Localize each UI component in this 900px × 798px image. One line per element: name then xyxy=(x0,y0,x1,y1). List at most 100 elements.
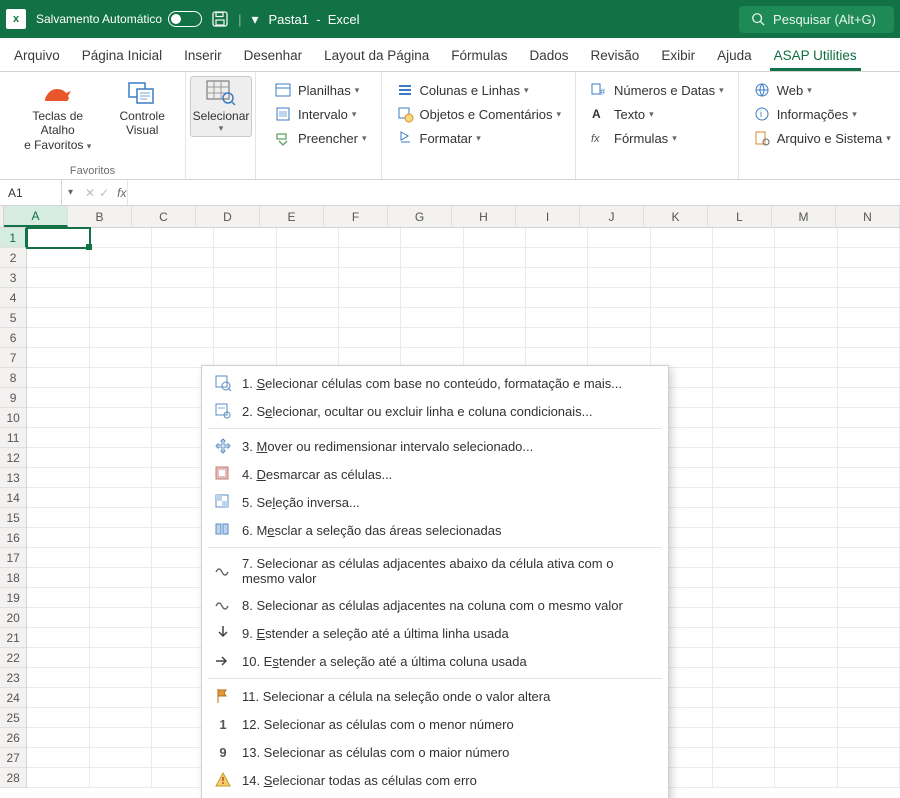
ribbon-tab-revis-o[interactable]: Revisão xyxy=(587,40,644,71)
ribbon-tab-f-rmulas[interactable]: Fórmulas xyxy=(447,40,511,71)
cell[interactable] xyxy=(27,308,89,328)
cell[interactable] xyxy=(339,248,401,268)
row-header[interactable]: 9 xyxy=(0,388,27,408)
cell[interactable] xyxy=(588,268,650,288)
row-header[interactable]: 2 xyxy=(0,248,27,268)
cell[interactable] xyxy=(152,308,214,328)
ribbon-tab-asap-utilities[interactable]: ASAP Utilities xyxy=(770,40,861,71)
cell[interactable] xyxy=(713,488,775,508)
cell[interactable] xyxy=(588,288,650,308)
column-header[interactable]: B xyxy=(68,206,132,227)
cell[interactable] xyxy=(775,528,837,548)
column-header[interactable]: D xyxy=(196,206,260,227)
cell[interactable] xyxy=(90,448,152,468)
cell[interactable] xyxy=(27,448,89,468)
cell[interactable] xyxy=(713,688,775,708)
cell[interactable] xyxy=(27,548,89,568)
cell[interactable] xyxy=(27,428,89,448)
cell[interactable] xyxy=(651,308,713,328)
cell[interactable] xyxy=(838,328,900,348)
cell[interactable] xyxy=(775,468,837,488)
cell[interactable] xyxy=(838,548,900,568)
cell[interactable] xyxy=(90,648,152,668)
cell[interactable] xyxy=(27,408,89,428)
cell[interactable] xyxy=(838,228,900,248)
cell[interactable] xyxy=(214,328,276,348)
cell[interactable] xyxy=(339,288,401,308)
cell[interactable] xyxy=(838,588,900,608)
cell[interactable] xyxy=(775,628,837,648)
cell[interactable] xyxy=(838,248,900,268)
ribbon-btn-informa-es[interactable]: iInformações▾ xyxy=(749,104,861,124)
cell[interactable] xyxy=(713,508,775,528)
cell[interactable] xyxy=(838,688,900,708)
cell[interactable] xyxy=(90,308,152,328)
row-header[interactable]: 7 xyxy=(0,348,27,368)
row-header[interactable]: 14 xyxy=(0,488,27,508)
menu-item-1[interactable]: 1. Selecionar células com base no conteú… xyxy=(202,369,668,397)
cell[interactable] xyxy=(27,508,89,528)
cell[interactable] xyxy=(526,268,588,288)
cell[interactable] xyxy=(27,388,89,408)
cell[interactable] xyxy=(90,228,152,248)
cell[interactable] xyxy=(775,308,837,328)
cell[interactable] xyxy=(90,628,152,648)
cell[interactable] xyxy=(339,268,401,288)
cell[interactable] xyxy=(90,328,152,348)
cell[interactable] xyxy=(588,228,650,248)
cell[interactable] xyxy=(713,328,775,348)
cell[interactable] xyxy=(90,588,152,608)
cell[interactable] xyxy=(838,768,900,788)
cell[interactable] xyxy=(27,528,89,548)
name-box[interactable]: A1 xyxy=(0,180,62,205)
big-btn-controle-visual[interactable]: Controle Visual xyxy=(109,76,175,141)
cell[interactable] xyxy=(588,248,650,268)
cell[interactable] xyxy=(713,248,775,268)
cell[interactable] xyxy=(775,588,837,608)
cell[interactable] xyxy=(27,328,89,348)
cell[interactable] xyxy=(838,388,900,408)
row-header[interactable]: 22 xyxy=(0,648,27,668)
cell[interactable] xyxy=(775,668,837,688)
column-header[interactable]: K xyxy=(644,206,708,227)
cell[interactable] xyxy=(838,448,900,468)
cell[interactable] xyxy=(713,708,775,728)
cell[interactable] xyxy=(775,228,837,248)
menu-item-8[interactable]: 8. Selecionar as células adjacentes na c… xyxy=(202,591,668,619)
cell[interactable] xyxy=(713,648,775,668)
row-header[interactable]: 8 xyxy=(0,368,27,388)
menu-item-6[interactable]: 6. Mesclar a seleção das áreas seleciona… xyxy=(202,516,668,544)
cell[interactable] xyxy=(713,568,775,588)
ribbon-btn-f-rmulas[interactable]: fxFórmulas▾ xyxy=(586,128,681,148)
cell[interactable] xyxy=(27,268,89,288)
cell[interactable] xyxy=(152,328,214,348)
cell[interactable] xyxy=(838,728,900,748)
cell[interactable] xyxy=(713,288,775,308)
cell[interactable] xyxy=(464,248,526,268)
menu-item-3[interactable]: 3. Mover ou redimensionar intervalo sele… xyxy=(202,432,668,460)
cell[interactable] xyxy=(775,548,837,568)
menu-item-10[interactable]: 10. Estender a seleção até a última colu… xyxy=(202,647,668,675)
cell[interactable] xyxy=(90,248,152,268)
cell[interactable] xyxy=(838,348,900,368)
ribbon-tab-desenhar[interactable]: Desenhar xyxy=(240,40,307,71)
cell[interactable] xyxy=(214,268,276,288)
cell[interactable] xyxy=(27,728,89,748)
cell[interactable] xyxy=(713,588,775,608)
cell[interactable] xyxy=(713,308,775,328)
cell[interactable] xyxy=(838,608,900,628)
row-header[interactable]: 15 xyxy=(0,508,27,528)
cell[interactable] xyxy=(277,288,339,308)
cell[interactable] xyxy=(401,308,463,328)
row-header[interactable]: 23 xyxy=(0,668,27,688)
cell[interactable] xyxy=(526,248,588,268)
cell[interactable] xyxy=(339,228,401,248)
menu-item-2[interactable]: 2. Selecionar, ocultar ou excluir linha … xyxy=(202,397,668,425)
cell[interactable] xyxy=(277,328,339,348)
cell[interactable] xyxy=(713,448,775,468)
row-header[interactable]: 25 xyxy=(0,708,27,728)
cell[interactable] xyxy=(775,368,837,388)
cell[interactable] xyxy=(775,248,837,268)
cell[interactable] xyxy=(838,468,900,488)
formula-bar-input[interactable] xyxy=(127,180,900,205)
